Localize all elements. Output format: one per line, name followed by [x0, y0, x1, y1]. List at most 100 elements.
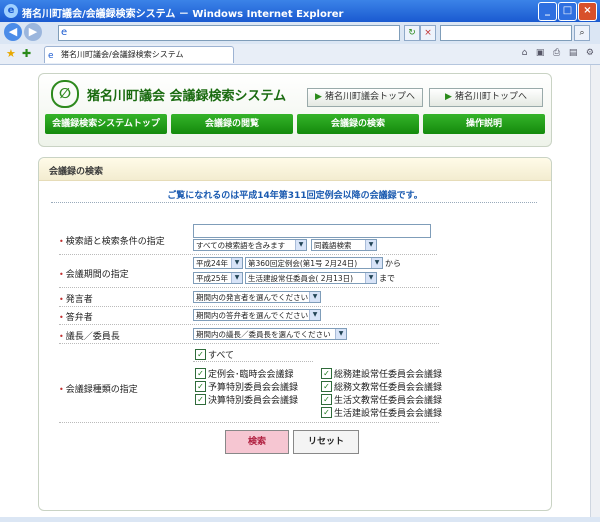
- divider: [59, 422, 439, 423]
- add-favorites-icon[interactable]: ✚: [22, 47, 31, 60]
- tab-current[interactable]: e 猪名川町議会/会議録検索システム: [44, 46, 234, 63]
- nav-system-top[interactable]: 会議録検索システムトップ: [45, 114, 167, 134]
- chevron-down-icon: ▼: [371, 258, 382, 268]
- chevron-down-icon: ▼: [231, 273, 242, 283]
- types-label: • 会議録種類の指定: [59, 385, 138, 395]
- divider: [193, 361, 313, 362]
- page-content: ∅ 猪名川町議会 会議録検索システム ▶ 猪名川町議会トップへ ▶ 猪名川町トップへ…: [0, 65, 590, 517]
- page-menu-icon[interactable]: ▤: [569, 48, 578, 58]
- type-label: 生活文教常任委員会会議録: [334, 396, 443, 406]
- favorites-star-icon[interactable]: ★: [6, 47, 16, 60]
- arrow-icon: ▶: [445, 92, 452, 102]
- type-checkbox[interactable]: ✓: [321, 368, 332, 379]
- arrow-icon: ▶: [315, 92, 322, 102]
- divider: [59, 254, 437, 255]
- chevron-down-icon: ▼: [295, 240, 306, 250]
- ie-logo-icon: e: [4, 4, 18, 18]
- council-top-label: 猪名川町議会トップへ: [324, 92, 415, 102]
- divider: [59, 306, 439, 307]
- period-to-suffix: まで: [379, 274, 395, 283]
- maximize-button[interactable]: □: [558, 2, 577, 21]
- command-bar: ⌂ ▣ ⎙ ▤ ⚙: [522, 48, 594, 58]
- type-checkbox[interactable]: ✓: [195, 381, 206, 392]
- print-icon[interactable]: ⎙: [553, 48, 560, 58]
- search-panel: 会議録の検索 ご覧になれるのは平成14年第311回定例会以降の会議録です。 • 検…: [38, 157, 552, 511]
- type-label: 決算特別委員会会議録: [208, 396, 299, 406]
- status-bar: [0, 517, 600, 522]
- chevron-down-icon: ▼: [309, 310, 320, 320]
- browser-window: e 猪名川町議会/会議録検索システム － Windows Internet Ex…: [0, 0, 600, 522]
- type-checkbox[interactable]: ✓: [321, 407, 332, 418]
- chevron-down-icon: ▼: [365, 273, 376, 283]
- town-top-label: 猪名川町トップへ: [454, 92, 527, 102]
- tools-icon[interactable]: ⚙: [586, 48, 594, 58]
- chair-label: • 議長／委員長: [59, 332, 120, 342]
- chevron-down-icon: ▼: [335, 329, 346, 339]
- synonym-select[interactable]: 同義語検索 ▼: [311, 239, 377, 251]
- search-box[interactable]: [440, 25, 572, 41]
- close-button[interactable]: ×: [578, 2, 597, 21]
- refresh-icon[interactable]: ↻: [404, 25, 420, 41]
- tab-bar: ★ ✚ e 猪名川町議会/会議録検索システム ⌂ ▣ ⎙ ▤ ⚙: [0, 44, 600, 65]
- period-label: • 会議期間の指定: [59, 270, 129, 280]
- period-from-meeting-select[interactable]: 第360回定例会(第1号 2月24日) ▼: [245, 257, 383, 269]
- reset-button[interactable]: リセット: [293, 430, 359, 454]
- divider: [59, 343, 439, 344]
- type-checkbox[interactable]: ✓: [195, 368, 206, 379]
- town-logo-icon: ∅: [51, 80, 79, 108]
- chair-select[interactable]: 期間内の議長／委員長を選んでください ▼: [193, 328, 347, 340]
- page-icon: e: [48, 51, 54, 61]
- chevron-down-icon: ▼: [231, 258, 242, 268]
- vertical-scrollbar[interactable]: [590, 65, 600, 517]
- notice-text: ご覧になれるのは平成14年第311回定例会以降の会議録です。: [167, 191, 423, 201]
- type-label: 総務文教常任委員会会議録: [334, 383, 443, 393]
- keyword-label: • 検索語と検索条件の指定: [59, 237, 165, 247]
- type-checkbox[interactable]: ✓: [321, 381, 332, 392]
- speaker-label: • 発言者: [59, 295, 93, 305]
- site-title: 猪名川町議会 会議録検索システム: [87, 89, 287, 104]
- answerer-select[interactable]: 期間内の答弁者を選んでください ▼: [193, 309, 321, 321]
- tab-label: 猪名川町議会/会議録検索システム: [61, 50, 184, 59]
- search-icon[interactable]: ⌕: [574, 25, 590, 41]
- chevron-down-icon: ▼: [309, 292, 320, 302]
- back-icon[interactable]: ◀: [4, 23, 22, 41]
- home-icon[interactable]: ⌂: [522, 48, 528, 58]
- site-header: ∅ 猪名川町議会 会議録検索システム ▶ 猪名川町議会トップへ ▶ 猪名川町トップへ…: [38, 73, 552, 147]
- feed-icon[interactable]: ▣: [536, 48, 545, 58]
- search-button[interactable]: 検索: [225, 430, 289, 454]
- window-title: 猪名川町議会/会議録検索システム － Windows Internet Expl…: [22, 9, 344, 20]
- keyword-condition-select[interactable]: すべての検索語を含みます ▼: [193, 239, 307, 251]
- speaker-select[interactable]: 期間内の発言者を選んでください ▼: [193, 291, 321, 303]
- divider: [59, 324, 439, 325]
- type-checkbox[interactable]: ✓: [195, 394, 206, 405]
- address-input[interactable]: e: [58, 25, 400, 41]
- stop-icon[interactable]: ×: [420, 25, 436, 41]
- council-top-link[interactable]: ▶ 猪名川町議会トップへ: [307, 88, 423, 107]
- period-to-year-select[interactable]: 平成25年 ▼: [193, 272, 243, 284]
- chevron-down-icon: ▼: [365, 240, 376, 250]
- divider: [51, 202, 537, 203]
- type-all-label: すべて: [208, 351, 235, 361]
- type-label: 総務建設常任委員会会議録: [334, 370, 443, 380]
- period-from-year-select[interactable]: 平成24年 ▼: [193, 257, 243, 269]
- answerer-label: • 答弁者: [59, 313, 93, 323]
- type-label: 定例会･臨時会会議録: [208, 370, 294, 380]
- nav-help[interactable]: 操作説明: [423, 114, 545, 134]
- type-all-checkbox[interactable]: ✓: [195, 349, 206, 360]
- panel-title: 会議録の検索: [49, 167, 104, 177]
- forward-icon[interactable]: ▶: [24, 23, 42, 41]
- type-label: 生活建設常任委員会会議録: [334, 409, 443, 419]
- period-from-suffix: から: [385, 259, 401, 268]
- panel-title-bar: 会議録の検索: [39, 158, 551, 181]
- type-label: 予算特別委員会会議録: [208, 383, 299, 393]
- nav-search[interactable]: 会議録の検索: [297, 114, 419, 134]
- title-bar: e 猪名川町議会/会議録検索システム － Windows Internet Ex…: [0, 0, 600, 22]
- page-icon: e: [61, 27, 68, 38]
- type-checkbox[interactable]: ✓: [321, 394, 332, 405]
- town-top-link[interactable]: ▶ 猪名川町トップへ: [429, 88, 543, 107]
- divider: [59, 287, 439, 288]
- period-to-meeting-select[interactable]: 生活建設常任委員会( 2月13日) ▼: [245, 272, 377, 284]
- minimize-button[interactable]: _: [538, 2, 557, 21]
- keyword-input[interactable]: [193, 224, 431, 238]
- nav-browse[interactable]: 会議録の閲覧: [171, 114, 293, 134]
